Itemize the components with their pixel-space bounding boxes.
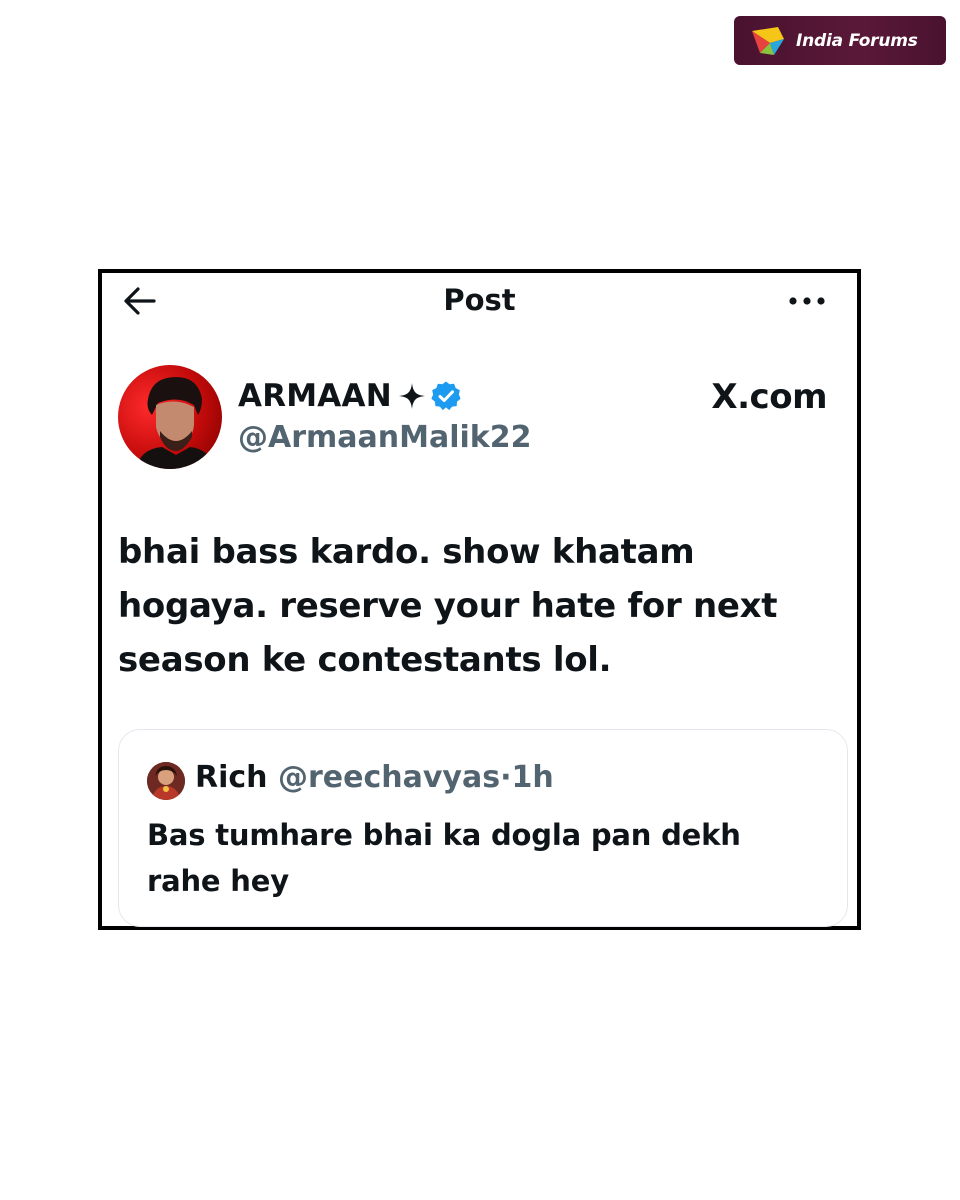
post-text: bhai bass kardo. show khatam hogaya. res… [118, 532, 778, 680]
author-name-row: ARMAAN [238, 377, 462, 415]
more-dots-icon[interactable] [787, 287, 827, 315]
quoted-post-header: Rich @reechavyas·1h [195, 758, 554, 798]
author-display-name[interactable]: ARMAAN [238, 377, 392, 415]
verified-badge-icon [431, 381, 461, 411]
top-bar: Post [102, 273, 857, 329]
india-forums-wordmark: India Forums [796, 30, 918, 51]
quoted-author-avatar-image [147, 762, 185, 800]
page-title: Post [443, 283, 516, 317]
india-forums-logo-icon [752, 26, 784, 55]
author-avatar[interactable] [118, 365, 222, 469]
quoted-author-name[interactable]: Rich [195, 760, 268, 795]
author-avatar-image [136, 377, 214, 469]
quoted-author-avatar [147, 762, 185, 800]
quoted-post-text: Bas tumhare bhai ka dogla pan dekh rahe … [147, 818, 741, 898]
quoted-separator: · [500, 760, 512, 795]
india-forums-badge: India Forums [734, 16, 946, 65]
quoted-timestamp: 1h [511, 760, 554, 795]
source-label: X.com [711, 377, 827, 417]
quoted-post-card[interactable]: Rich @reechavyas·1h Bas tumhare bhai ka … [118, 729, 848, 927]
sparkle-icon [398, 383, 425, 409]
quoted-author-handle[interactable]: @reechavyas [278, 760, 500, 795]
post-frame: Post ARMAAN @ArmaanMalik22 X.com bhai ba… [98, 269, 861, 930]
author-handle[interactable]: @ArmaanMalik22 [238, 419, 531, 457]
